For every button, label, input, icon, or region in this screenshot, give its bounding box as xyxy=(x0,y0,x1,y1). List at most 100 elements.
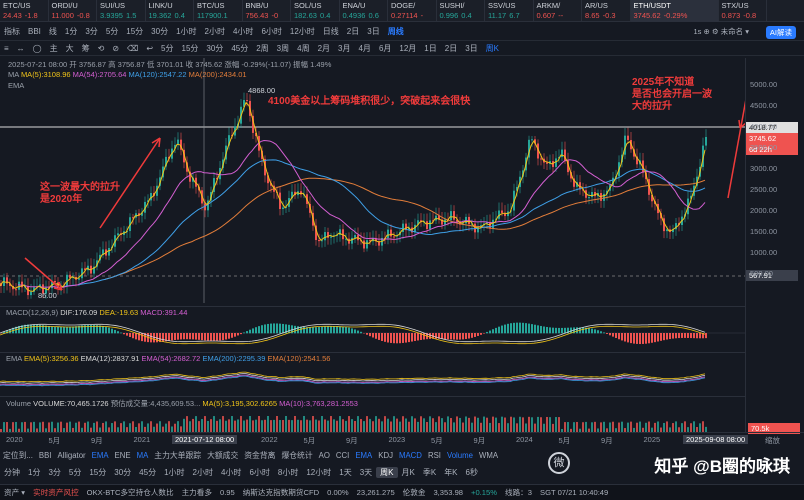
tool-20[interactable]: 6月 xyxy=(375,43,395,54)
indicator-14[interactable]: MACD xyxy=(396,451,425,460)
tool-0[interactable]: ≡ xyxy=(0,44,13,53)
timeframe-11[interactable]: 8小时 xyxy=(274,467,302,478)
indicator-5[interactable]: MA xyxy=(134,451,152,460)
period-2[interactable]: 线 xyxy=(45,26,61,37)
indicator-12[interactable]: EMA xyxy=(352,451,375,460)
ticker-10[interactable]: SSV/US 11.17 6.7 xyxy=(485,0,534,22)
timeframe-19[interactable]: 6秒 xyxy=(462,467,482,478)
tool-7[interactable]: ⊘ xyxy=(108,44,123,53)
ticker-7[interactable]: ENA/U 0.4936 0.6 xyxy=(340,0,388,22)
indicator-10[interactable]: AO xyxy=(316,451,333,460)
period-14[interactable]: 2日 xyxy=(343,26,363,37)
ticker-12[interactable]: AR/US 8.65 -0.3 xyxy=(582,0,631,22)
zoom-button[interactable]: 缩放 xyxy=(765,435,780,446)
timeframe-12[interactable]: 12小时 xyxy=(302,467,335,478)
period-4[interactable]: 3分 xyxy=(81,26,101,37)
tool-6[interactable]: ⟲ xyxy=(94,44,109,53)
tool-11[interactable]: 15分 xyxy=(178,43,203,54)
tool-25[interactable]: 周K xyxy=(482,43,503,54)
tool-2[interactable]: ◯ xyxy=(29,44,46,53)
timeframe-16[interactable]: 月K xyxy=(398,467,419,478)
indicator-16[interactable]: Volume xyxy=(444,451,476,460)
timeframe-2[interactable]: 3分 xyxy=(44,467,64,478)
period-5[interactable]: 5分 xyxy=(102,26,122,37)
timeframe-0[interactable]: 分钟 xyxy=(0,467,24,478)
tool-16[interactable]: 4周 xyxy=(293,43,313,54)
period-8[interactable]: 1小时 xyxy=(172,26,200,37)
timeframe-15[interactable]: 周K xyxy=(376,466,398,478)
tool-18[interactable]: 3月 xyxy=(334,43,354,54)
ticker-0[interactable]: ETC/US 24.43 -1.8 xyxy=(0,0,49,22)
status-item-0[interactable]: 资产 ▾ xyxy=(0,487,29,498)
price-axis[interactable]: 4018.77 3745.62 6d 22h 567.91 5000.00 450… xyxy=(745,58,804,432)
timeframe-4[interactable]: 15分 xyxy=(85,467,110,478)
indicator-4[interactable]: ENE xyxy=(112,451,134,460)
timeframe-14[interactable]: 3天 xyxy=(356,467,376,478)
time-axis[interactable]: 20205月9月20215月9月20225月9月20235月9月20245月9月… xyxy=(0,432,804,445)
period-3[interactable]: 1分 xyxy=(61,26,81,37)
timeframe-1[interactable]: 1分 xyxy=(24,467,44,478)
tool-19[interactable]: 4月 xyxy=(354,43,374,54)
indicator-13[interactable]: KDJ xyxy=(375,451,396,460)
tool-4[interactable]: 大 xyxy=(62,43,78,54)
period-6[interactable]: 15分 xyxy=(122,26,147,37)
period-1[interactable]: BBI xyxy=(24,27,45,36)
indicator-2[interactable]: Alligator xyxy=(54,451,88,460)
indicator-7[interactable]: 大额成交 xyxy=(204,450,241,461)
timeframe-8[interactable]: 2小时 xyxy=(189,467,217,478)
tool-5[interactable]: 筹 xyxy=(78,43,94,54)
ticker-6[interactable]: SOL/US 182.63 0.4 xyxy=(291,0,340,22)
timeframe-6[interactable]: 45分 xyxy=(135,467,160,478)
tool-8[interactable]: ⌫ xyxy=(123,44,142,53)
ticker-8[interactable]: DOGE/0.27114- xyxy=(388,0,437,22)
indicator-6[interactable]: 主力大单跟踪 xyxy=(151,450,204,461)
status-item-1[interactable]: 实时资产风控 xyxy=(29,487,83,498)
macd-panel[interactable]: MACD(12,26,9) DIF:176.09 DEA:-19.63 MACD… xyxy=(0,306,745,350)
toolbar-right[interactable]: 1s ⊕ ⚙ 未命名 ▾ xyxy=(693,26,749,37)
timeframe-5[interactable]: 30分 xyxy=(110,467,135,478)
ticker-2[interactable]: SUI/US 3.9395 1.5 xyxy=(97,0,146,22)
timeframe-18[interactable]: 年K xyxy=(440,467,461,478)
tool-1[interactable]: ↔ xyxy=(13,44,29,53)
period-16[interactable]: 周线 xyxy=(384,26,408,37)
tool-13[interactable]: 45分 xyxy=(227,43,252,54)
tool-24[interactable]: 3日 xyxy=(461,43,481,54)
tool-15[interactable]: 3周 xyxy=(273,43,293,54)
period-12[interactable]: 12小时 xyxy=(286,26,319,37)
period-15[interactable]: 3日 xyxy=(363,26,383,37)
ai-interpret-button[interactable]: AI解读 xyxy=(765,26,796,39)
tool-9[interactable]: ↩ xyxy=(142,44,157,53)
indicator-0[interactable]: 定位到... xyxy=(0,450,36,461)
tool-12[interactable]: 30分 xyxy=(202,43,227,54)
indicator-8[interactable]: 资金背离 xyxy=(241,450,278,461)
ticker-13[interactable]: ETH/USDT 3745.62 -0.29% xyxy=(630,0,719,22)
period-9[interactable]: 2小时 xyxy=(201,26,229,37)
indicator-3[interactable]: EMA xyxy=(89,451,112,460)
timeframe-9[interactable]: 4小时 xyxy=(217,467,245,478)
tool-17[interactable]: 2月 xyxy=(314,43,334,54)
tool-3[interactable]: 主 xyxy=(46,43,62,54)
indicator-11[interactable]: CCI xyxy=(333,451,352,460)
indicator-9[interactable]: 爆仓统计 xyxy=(278,450,315,461)
period-7[interactable]: 30分 xyxy=(147,26,172,37)
timeframe-3[interactable]: 5分 xyxy=(65,467,85,478)
ticker-4[interactable]: BTC/US 117900.1 xyxy=(194,0,243,22)
ticker-11[interactable]: ARKM/0.607 -- xyxy=(534,0,582,22)
ticker-1[interactable]: ORDI/U 11.000 -0.8 xyxy=(49,0,97,22)
timeframe-13[interactable]: 1天 xyxy=(335,467,355,478)
ticker-9[interactable]: SUSHI/0.996 0.4 xyxy=(437,0,485,22)
timeframe-7[interactable]: 1小时 xyxy=(160,467,188,478)
timeframe-17[interactable]: 季K xyxy=(419,467,440,478)
indicator-17[interactable]: WMA xyxy=(476,451,501,460)
ema-panel[interactable]: EMA EMA(5):3256.36 EMA(12):2837.91 EMA(5… xyxy=(0,352,745,394)
volume-panel[interactable]: Volume VOLUME:70,465.1726 预估成交量:4,435,60… xyxy=(0,396,745,433)
ticker-5[interactable]: BNB/U 756.43 -0 xyxy=(243,0,291,22)
period-11[interactable]: 6小时 xyxy=(257,26,285,37)
period-0[interactable]: 指标 xyxy=(0,26,24,37)
tool-10[interactable]: 5分 xyxy=(157,43,177,54)
ticker-14[interactable]: STX/US 0.873 -0.8 xyxy=(719,0,767,22)
ticker-3[interactable]: LINK/U 19.362 0.4 xyxy=(146,0,194,22)
timeframe-10[interactable]: 6小时 xyxy=(245,467,273,478)
period-13[interactable]: 日线 xyxy=(319,26,343,37)
tool-14[interactable]: 2周 xyxy=(252,43,272,54)
